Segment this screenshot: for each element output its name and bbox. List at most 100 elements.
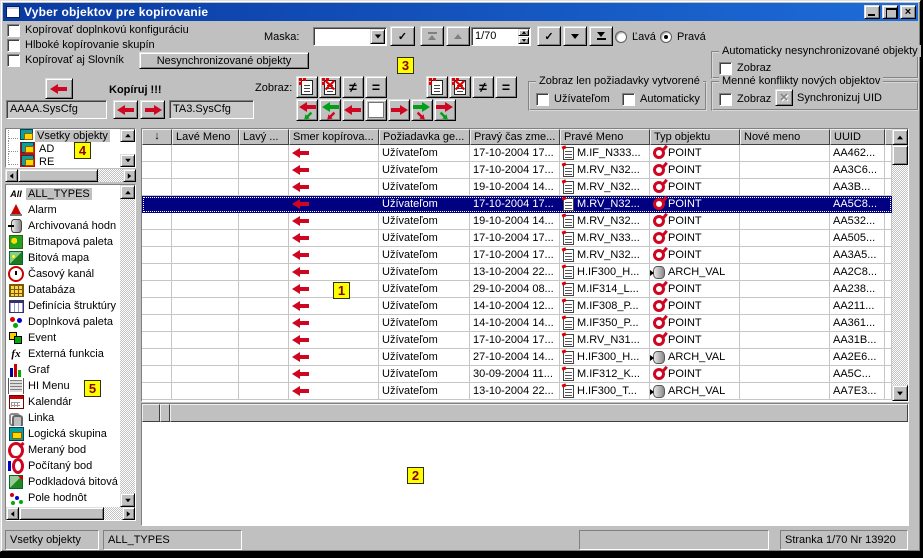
object-type-item[interactable]: Kalendár xyxy=(6,394,119,410)
object-type-item[interactable]: Alarm xyxy=(6,202,119,218)
checkbox-box[interactable] xyxy=(7,39,20,52)
table-row[interactable]: Užívateľom29-10-2004 08...M.IF314_L...PO… xyxy=(142,281,892,298)
tree-item[interactable]: RE xyxy=(6,155,119,167)
table-vertical-scrollbar[interactable] xyxy=(892,129,908,401)
object-type-item[interactable]: Databáza xyxy=(6,282,119,298)
last-page-button[interactable] xyxy=(589,26,613,46)
column-header[interactable]: Pravý čas zme... xyxy=(470,129,560,145)
radio-circle[interactable] xyxy=(615,31,627,43)
scrollbar-track[interactable] xyxy=(892,145,908,385)
object-type-item[interactable]: Archivovaná hodn xyxy=(6,218,119,234)
object-type-item[interactable]: Počítaný bod xyxy=(6,458,119,474)
scroll-up-button[interactable] xyxy=(120,185,135,199)
target-system-field[interactable]: TA3.SysCfg xyxy=(169,100,254,119)
object-type-item[interactable]: Meraný bod xyxy=(6,442,119,458)
table-row[interactable]: Užívateľom13-10-2004 22...H.IF300_H...AR… xyxy=(142,264,892,281)
scroll-left-button[interactable] xyxy=(6,507,19,520)
tree-item[interactable]: AD xyxy=(6,142,119,155)
checkbox-box[interactable] xyxy=(536,93,549,106)
radio-right-side[interactable]: Pravá xyxy=(660,30,706,44)
checkbox-copy-dictionary[interactable]: Kopírovať aj Slovník xyxy=(7,53,124,67)
column-header[interactable]: Lavý ... xyxy=(239,129,289,145)
no-copy-icon[interactable] xyxy=(365,99,387,121)
first-page-button[interactable] xyxy=(420,26,444,46)
secondary-header-cell[interactable] xyxy=(170,404,908,422)
spin-down-button[interactable] xyxy=(518,37,529,44)
object-type-item[interactable]: Graf xyxy=(6,362,119,378)
object-type-item[interactable]: ALL_TYPES xyxy=(6,186,119,202)
object-type-item[interactable]: Doplnková paleta xyxy=(6,314,119,330)
checkbox-show-auto-nonsync[interactable]: Zobraz xyxy=(719,61,771,75)
equal-filter-icon[interactable]: = xyxy=(495,76,517,98)
clear-conflicts-button[interactable]: ✕ xyxy=(775,89,793,106)
scroll-left-button[interactable] xyxy=(5,169,18,182)
tree-horizontal-scrollbar[interactable] xyxy=(5,169,136,182)
object-type-item[interactable]: Event xyxy=(6,330,119,346)
scrollbar-track[interactable] xyxy=(120,199,135,493)
table-row[interactable]: Užívateľom17-10-2004 17...M.RV_N33...POI… xyxy=(142,230,892,247)
copy-right-icon[interactable] xyxy=(388,99,410,121)
scroll-right-button[interactable] xyxy=(122,507,135,520)
checkbox-box[interactable] xyxy=(719,93,732,106)
previous-page-button[interactable] xyxy=(446,26,470,46)
scrollbar-thumb[interactable] xyxy=(892,145,908,165)
object-type-item[interactable]: Pole hodnôt xyxy=(6,490,119,506)
checkbox-copy-extra-config[interactable]: Kopírovať doplnkovú konfiguráciu xyxy=(7,23,189,37)
copy-back-button[interactable] xyxy=(45,78,73,99)
column-header[interactable]: Pravé Meno xyxy=(560,129,650,145)
scroll-right-button[interactable] xyxy=(123,169,136,182)
scroll-up-button[interactable] xyxy=(892,129,908,145)
object-type-item[interactable]: Podkladová bitová xyxy=(6,474,119,490)
checkbox-deep-copy-groups[interactable]: Hlboké kopírovanie skupín xyxy=(7,38,155,52)
table-row[interactable]: Užívateľom17-10-2004 17...M.RV_N32...POI… xyxy=(142,247,892,264)
column-header[interactable]: Nové meno xyxy=(740,129,830,145)
table-row[interactable]: Užívateľom17-10-2004 17...M.RV_N31...POI… xyxy=(142,332,892,349)
deleted-doc-filter-icon[interactable]: ✕ xyxy=(319,76,341,98)
not-equal-filter-icon[interactable]: ≠ xyxy=(342,76,364,98)
title-bar[interactable]: Vyber objektov pre kopirovanie × xyxy=(3,3,918,21)
scroll-down-button[interactable] xyxy=(120,493,135,507)
copy-right-manual-icon[interactable] xyxy=(411,99,433,121)
object-type-item[interactable]: Externá funkcia xyxy=(6,346,119,362)
table-row[interactable]: Užívateľom19-10-2004 14...M.RV_N32...POI… xyxy=(142,213,892,230)
checkbox-box[interactable] xyxy=(7,24,20,37)
table-row[interactable]: Užívateľom17-10-2004 17...M.RV_N32...POI… xyxy=(142,196,892,213)
copy-right-auto-icon[interactable] xyxy=(434,99,456,121)
mask-dropdown-button[interactable] xyxy=(370,29,385,44)
column-header[interactable]: Požiadavka ge... xyxy=(379,129,470,145)
checkbox-box[interactable] xyxy=(622,93,635,106)
table-row[interactable]: Užívateľom19-10-2004 14...M.RV_N32...POI… xyxy=(142,179,892,196)
checkbox-box[interactable] xyxy=(7,54,20,67)
copy-left-auto-icon[interactable] xyxy=(296,99,318,121)
column-header[interactable]: UUID xyxy=(830,129,885,145)
spin-up-button[interactable] xyxy=(518,29,529,36)
column-header[interactable]: Lavé Meno xyxy=(172,129,239,145)
checkbox-show-name-conflicts[interactable]: Zobraz xyxy=(719,92,771,106)
not-equal-filter-icon[interactable]: ≠ xyxy=(472,76,494,98)
modified-doc-filter-icon[interactable] xyxy=(296,76,318,98)
table-row[interactable]: Užívateľom14-10-2004 12...M.IF308_P...PO… xyxy=(142,298,892,315)
source-system-field[interactable]: AAAA.SysCfg xyxy=(6,100,107,119)
scroll-down-button[interactable] xyxy=(120,154,135,167)
apply-mask-button[interactable]: ✓ xyxy=(390,26,415,46)
checkbox-box[interactable] xyxy=(719,62,732,75)
object-type-item[interactable]: HI Menu xyxy=(6,378,119,394)
checkbox-requests-automatic[interactable]: Automaticky xyxy=(622,92,700,106)
object-type-item[interactable]: Logická skupina xyxy=(6,426,119,442)
radio-circle[interactable] xyxy=(660,31,672,43)
apply-page-button[interactable]: ✓ xyxy=(537,26,561,46)
table-row[interactable]: Užívateľom30-09-2004 11...M.IF312_K...PO… xyxy=(142,366,892,383)
object-type-item[interactable]: Časový kanál xyxy=(6,266,119,282)
object-type-item[interactable]: Linka xyxy=(6,410,119,426)
copy-left-manual-icon[interactable] xyxy=(319,99,341,121)
deleted-doc-filter-icon[interactable]: ✕ xyxy=(449,76,471,98)
column-header[interactable]: ↓ xyxy=(142,129,172,145)
page-spinbox[interactable]: 1/70 xyxy=(471,27,531,46)
equal-filter-icon[interactable]: = xyxy=(365,76,387,98)
column-header[interactable]: Typ objektu xyxy=(650,129,740,145)
radio-left-side[interactable]: Ľavá xyxy=(615,30,656,44)
table-row[interactable]: Užívateľom13-10-2004 22...H.IF300_T...AR… xyxy=(142,383,892,400)
next-page-button[interactable] xyxy=(563,26,587,46)
close-button[interactable]: × xyxy=(900,5,916,19)
copy-left-icon[interactable] xyxy=(342,99,364,121)
